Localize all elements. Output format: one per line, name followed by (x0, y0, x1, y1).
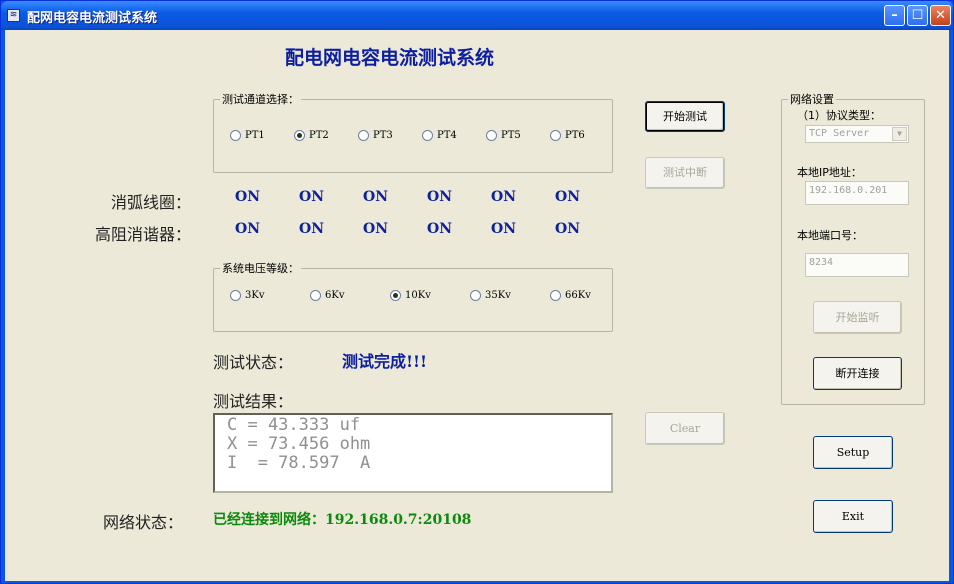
damper-status-4: ON (427, 221, 452, 237)
damper-status-1: ON (235, 221, 260, 237)
arc_coil-status-5: ON (491, 189, 516, 205)
radio-label: 66Kv (565, 290, 591, 301)
setup-button[interactable]: Setup (813, 436, 893, 469)
radio-label: PT2 (309, 130, 329, 141)
radio-label: 10Kv (405, 290, 431, 301)
dropdown-arrow-icon[interactable]: ▼ (892, 127, 907, 141)
radio-label: PT4 (437, 130, 457, 141)
radio-10kv[interactable]: 10Kv (390, 290, 431, 301)
radio-pt6[interactable]: PT6 (550, 130, 585, 141)
radio-circle-icon[interactable] (486, 130, 497, 141)
title-bar[interactable]: ≋ 配网电容电流测试系统 – ☐ ✕ (1, 1, 953, 30)
close-button[interactable]: ✕ (930, 5, 951, 26)
app-window: ≋ 配网电容电流测试系统 – ☐ ✕ 配电网电容电流测试系统 测试通道选择： 消… (0, 0, 954, 584)
arc_coil-status-4: ON (427, 189, 452, 205)
test-result-label: 测试结果： (213, 392, 294, 411)
radio-circle-icon[interactable] (310, 290, 321, 301)
radio-circle-icon[interactable] (390, 290, 401, 301)
port-field[interactable]: 8234 (805, 253, 909, 277)
protocol-value: TCP Server (809, 128, 870, 139)
start-test-button[interactable]: 开始测试 (645, 101, 725, 132)
radio-circle-icon[interactable] (230, 130, 241, 141)
exit-button[interactable]: Exit (813, 500, 893, 533)
network-status-label: 网络状态： (103, 513, 184, 532)
radio-pt1[interactable]: PT1 (230, 130, 265, 141)
damper-status-2: ON (299, 221, 324, 237)
test-status-label: 测试状态： (213, 353, 294, 372)
damper-status-6: ON (555, 221, 580, 237)
client-area: 配电网电容电流测试系统 测试通道选择： 消弧线圈： 高阻消谐器： 系统电压等级：… (5, 30, 949, 581)
radio-3kv[interactable]: 3Kv (230, 290, 264, 301)
minimize-button[interactable]: – (884, 5, 905, 26)
radio-circle-icon[interactable] (422, 130, 433, 141)
result-line: X = 73.456 ohm (227, 434, 371, 454)
page-title: 配电网电容电流测试系统 (285, 47, 495, 69)
radio-pt2[interactable]: PT2 (294, 130, 329, 141)
arc_coil-status-1: ON (235, 189, 260, 205)
radio-pt4[interactable]: PT4 (422, 130, 457, 141)
network-settings-legend: 网络设置 (790, 93, 834, 106)
stop-test-button[interactable]: 测试中断 (645, 157, 725, 189)
arc-coil-label: 消弧线圈： (111, 193, 192, 212)
radio-label: 3Kv (245, 290, 265, 301)
damper-status-3: ON (363, 221, 388, 237)
radio-label: 6Kv (325, 290, 345, 301)
arc_coil-status-6: ON (555, 189, 580, 205)
protocol-select[interactable]: TCP Server ▼ (805, 125, 909, 143)
protocol-label: （1）协议类型： (797, 109, 881, 122)
port-label: 本地端口号： (797, 229, 863, 242)
radio-label: PT6 (565, 130, 585, 141)
radio-35kv[interactable]: 35Kv (470, 290, 511, 301)
damper-label: 高阻消谐器： (95, 225, 192, 244)
damper-status-5: ON (491, 221, 516, 237)
clear-button[interactable]: Clear (645, 412, 725, 445)
radio-circle-icon[interactable] (358, 130, 369, 141)
network-status-value: 已经连接到网络：192.168.0.7:20108 (213, 512, 472, 528)
radio-circle-icon[interactable] (550, 130, 561, 141)
radio-pt3[interactable]: PT3 (358, 130, 393, 141)
channel-group-legend: 测试通道选择： (222, 93, 299, 106)
test-status-value: 测试完成!!! (342, 352, 428, 371)
radio-pt5[interactable]: PT5 (486, 130, 521, 141)
radio-label: PT3 (373, 130, 393, 141)
disconnect-button[interactable]: 断开连接 (813, 357, 902, 390)
result-line: I = 78.597 A (227, 453, 371, 473)
radio-circle-icon[interactable] (230, 290, 241, 301)
result-textbox[interactable]: C = 43.333 uf X = 73.456 ohm I = 78.597 A (213, 413, 613, 493)
voltage-group-legend: 系统电压等级： (222, 262, 299, 275)
app-icon: ≋ (7, 9, 20, 22)
radio-6kv[interactable]: 6Kv (310, 290, 344, 301)
radio-66kv[interactable]: 66Kv (550, 290, 591, 301)
window-title: 配网电容电流测试系统 (27, 11, 158, 26)
maximize-button[interactable]: ☐ (907, 5, 928, 26)
ip-field[interactable]: 192.168.0.201 (805, 181, 909, 205)
radio-circle-icon[interactable] (470, 290, 481, 301)
radio-label: PT1 (245, 130, 265, 141)
radio-circle-icon[interactable] (550, 290, 561, 301)
listen-button[interactable]: 开始监听 (813, 301, 902, 334)
radio-circle-icon[interactable] (294, 130, 305, 141)
ip-label: 本地IP地址： (797, 166, 862, 179)
arc_coil-status-2: ON (299, 189, 324, 205)
result-line: C = 43.333 uf (227, 415, 361, 435)
arc_coil-status-3: ON (363, 189, 388, 205)
radio-label: 35Kv (485, 290, 511, 301)
radio-label: PT5 (501, 130, 521, 141)
